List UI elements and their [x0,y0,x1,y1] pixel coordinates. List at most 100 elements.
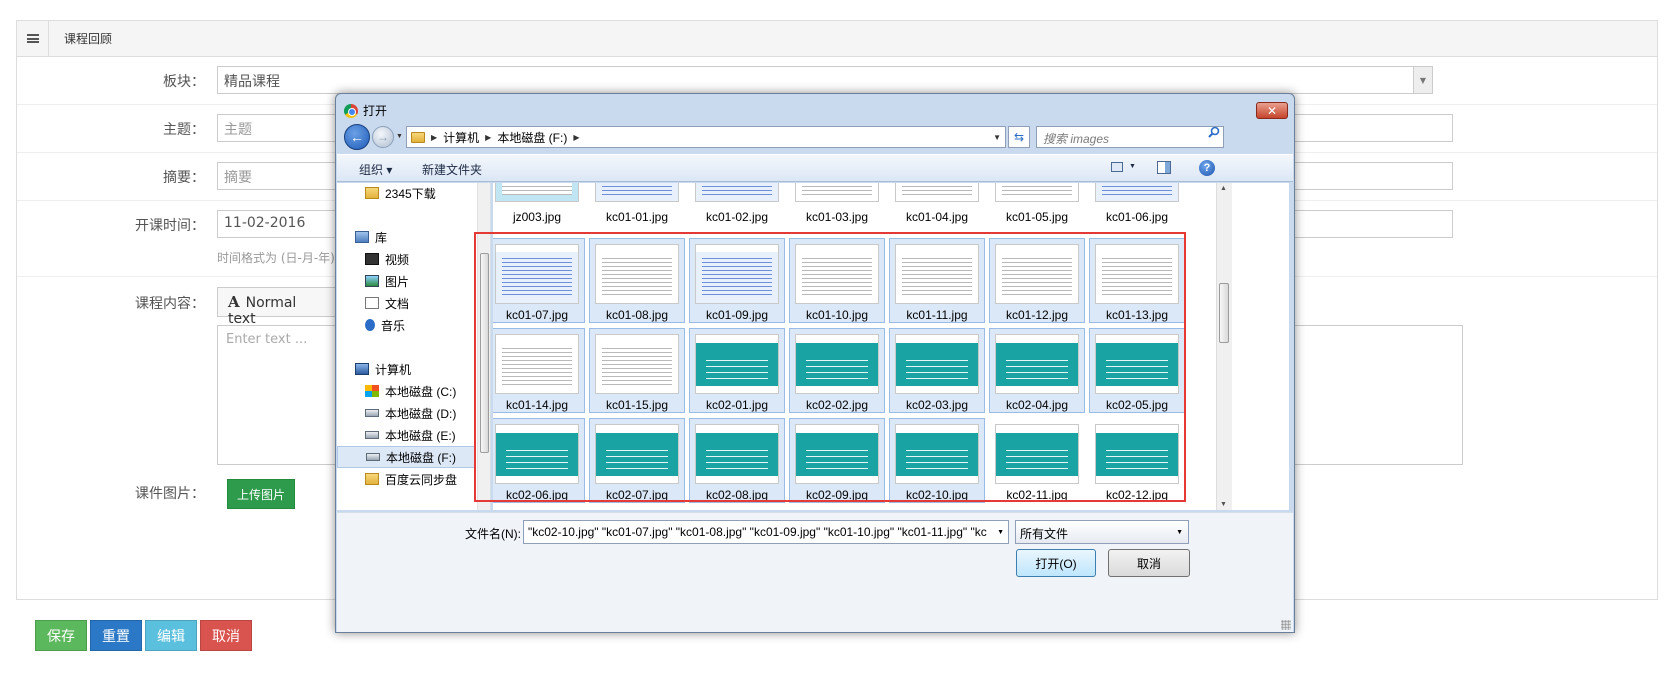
nav-item[interactable]: 本地磁盘 (D:) [337,402,475,424]
folder-icon [365,473,379,485]
nav-item[interactable]: 库 [337,226,475,248]
search-input[interactable]: 搜索 images [1036,126,1224,148]
address-bar[interactable]: ▶ 计算机 ▶ 本地磁盘 (F:) ▶ ▼ [406,126,1006,148]
chevron-right-icon[interactable]: ▶ [431,133,437,142]
reset-button[interactable]: 重置 [90,620,142,651]
nav-item[interactable]: 2345下载 [337,183,475,204]
nav-item[interactable]: 计算机 [337,358,475,380]
chevron-down-icon[interactable]: ▼ [997,529,1004,536]
view-options-icon[interactable] [1111,162,1123,172]
file-name: kc02-09.jpg [805,488,869,502]
file-item[interactable]: kc02-03.jpg [889,328,985,413]
forward-arrow-icon[interactable]: → [372,126,394,148]
file-scrollbar[interactable]: ▲ ▼ [1216,183,1232,510]
computer-icon [355,363,369,375]
nav-item[interactable]: 百度云同步盘 [337,468,475,490]
file-item[interactable]: kc02-07.jpg [589,418,685,503]
new-folder-button[interactable]: 新建文件夹 [422,161,482,178]
file-item[interactable]: kc01-07.jpg [493,238,585,323]
resize-grip-icon[interactable] [1281,620,1291,630]
file-thumbnail [895,183,979,202]
refresh-icon[interactable]: ⇆ [1008,126,1030,148]
file-item[interactable]: kc01-14.jpg [493,328,585,413]
help-icon[interactable]: ? [1199,160,1215,176]
chevron-right-icon[interactable]: ▶ [573,133,579,142]
file-name: kc02-06.jpg [505,488,569,502]
file-item[interactable]: kc02-05.jpg [1089,328,1185,413]
chevron-down-icon[interactable]: ▼ [1176,529,1183,536]
file-item[interactable]: kc02-11.jpg [989,418,1085,503]
nav-item[interactable]: 本地磁盘 (C:) [337,380,475,402]
file-item[interactable]: kc02-01.jpg [689,328,785,413]
file-item[interactable]: kc01-13.jpg [1089,238,1185,323]
nav-item[interactable]: 视频 [337,248,475,270]
search-icon[interactable] [1208,126,1220,138]
breadcrumb-drive-f[interactable]: 本地磁盘 (F:) [497,129,567,146]
panel-title: 课程回顾 [64,32,113,46]
file-item[interactable]: kc02-10.jpg [889,418,985,503]
file-item[interactable]: kc01-10.jpg [789,238,885,323]
scroll-up-icon[interactable]: ▲ [1220,185,1227,192]
nav-item[interactable]: 图片 [337,270,475,292]
chevron-right-icon[interactable]: ▶ [485,133,491,142]
nav-item[interactable]: 本地磁盘 (F:) [337,446,475,468]
file-name: kc02-01.jpg [705,398,769,412]
nav-scrollbar[interactable] [477,183,490,510]
nav-scroll-thumb[interactable] [480,253,489,453]
open-button[interactable]: 打开(O) [1016,549,1096,577]
file-thumbnail [895,424,979,484]
file-name: kc01-13.jpg [1105,308,1169,322]
cancel-button[interactable]: 取消 [200,620,252,651]
close-icon[interactable]: ✕ [1256,102,1288,119]
file-scroll-thumb[interactable] [1219,283,1229,343]
file-item[interactable]: kc01-08.jpg [589,238,685,323]
file-item[interactable]: kc01-11.jpg [889,238,985,323]
file-thumbnail [895,334,979,394]
summary-label: 摘要： [163,170,205,186]
file-name: kc02-08.jpg [705,488,769,502]
editor-format-dropdown[interactable]: A Normal text [217,287,337,327]
address-dropdown-icon[interactable]: ▼ [993,133,1001,142]
file-thumbnail [495,183,579,202]
file-type-select[interactable]: 所有文件 ▼ [1015,520,1189,544]
menu-icon[interactable] [17,20,49,57]
filename-input[interactable]: "kc02-10.jpg" "kc01-07.jpg" "kc01-08.jpg… [523,520,1009,544]
document-icon [365,297,379,309]
chevron-down-icon[interactable]: ▼ [1129,163,1136,170]
nav-item[interactable]: 音乐 [337,314,475,336]
file-item[interactable]: kc02-04.jpg [989,328,1085,413]
preview-pane-icon[interactable] [1157,161,1171,174]
breadcrumb-computer[interactable]: 计算机 [443,129,479,146]
chevron-down-icon[interactable]: ▼ [1413,67,1432,93]
file-item[interactable]: kc02-06.jpg [493,418,585,503]
file-name: kc01-09.jpg [705,308,769,322]
file-name: kc02-12.jpg [1105,488,1169,502]
form-actions: 保存 重置 编辑 取消 [35,620,252,651]
nav-item[interactable]: 文档 [337,292,475,314]
organize-menu[interactable]: 组织 ▾ [359,161,392,178]
save-button[interactable]: 保存 [35,620,87,651]
scroll-down-icon[interactable]: ▼ [1220,501,1227,508]
file-item[interactable]: kc01-15.jpg [589,328,685,413]
file-item[interactable]: kc02-02.jpg [789,328,885,413]
file-list: jz003.jpg kc01-01.jpg kc01-02.jpg kc01-03.j… [493,183,1289,510]
file-item[interactable]: kc02-09.jpg [789,418,885,503]
subject-label: 主题： [163,122,205,138]
file-thumbnail [795,244,879,304]
back-arrow-icon[interactable]: ← [344,124,370,150]
upload-image-button[interactable]: 上传图片 [227,479,295,509]
nav-item[interactable]: 本地磁盘 (E:) [337,424,475,446]
file-item[interactable]: kc01-12.jpg [989,238,1085,323]
file-item[interactable]: kc02-08.jpg [689,418,785,503]
edit-button[interactable]: 编辑 [145,620,197,651]
block-select[interactable]: 精品课程 ▼ [217,66,1433,94]
file-name: kc01-03.jpg [805,210,869,224]
file-thumbnail [695,424,779,484]
file-item[interactable]: kc02-12.jpg [1089,418,1185,503]
file-item[interactable]: kc01-09.jpg [689,238,785,323]
dialog-cancel-button[interactable]: 取消 [1108,549,1190,577]
chrome-icon [344,103,358,118]
file-name: kc01-07.jpg [505,308,569,322]
file-name: kc01-06.jpg [1105,210,1169,224]
history-dropdown-icon[interactable]: ▼ [396,133,403,140]
